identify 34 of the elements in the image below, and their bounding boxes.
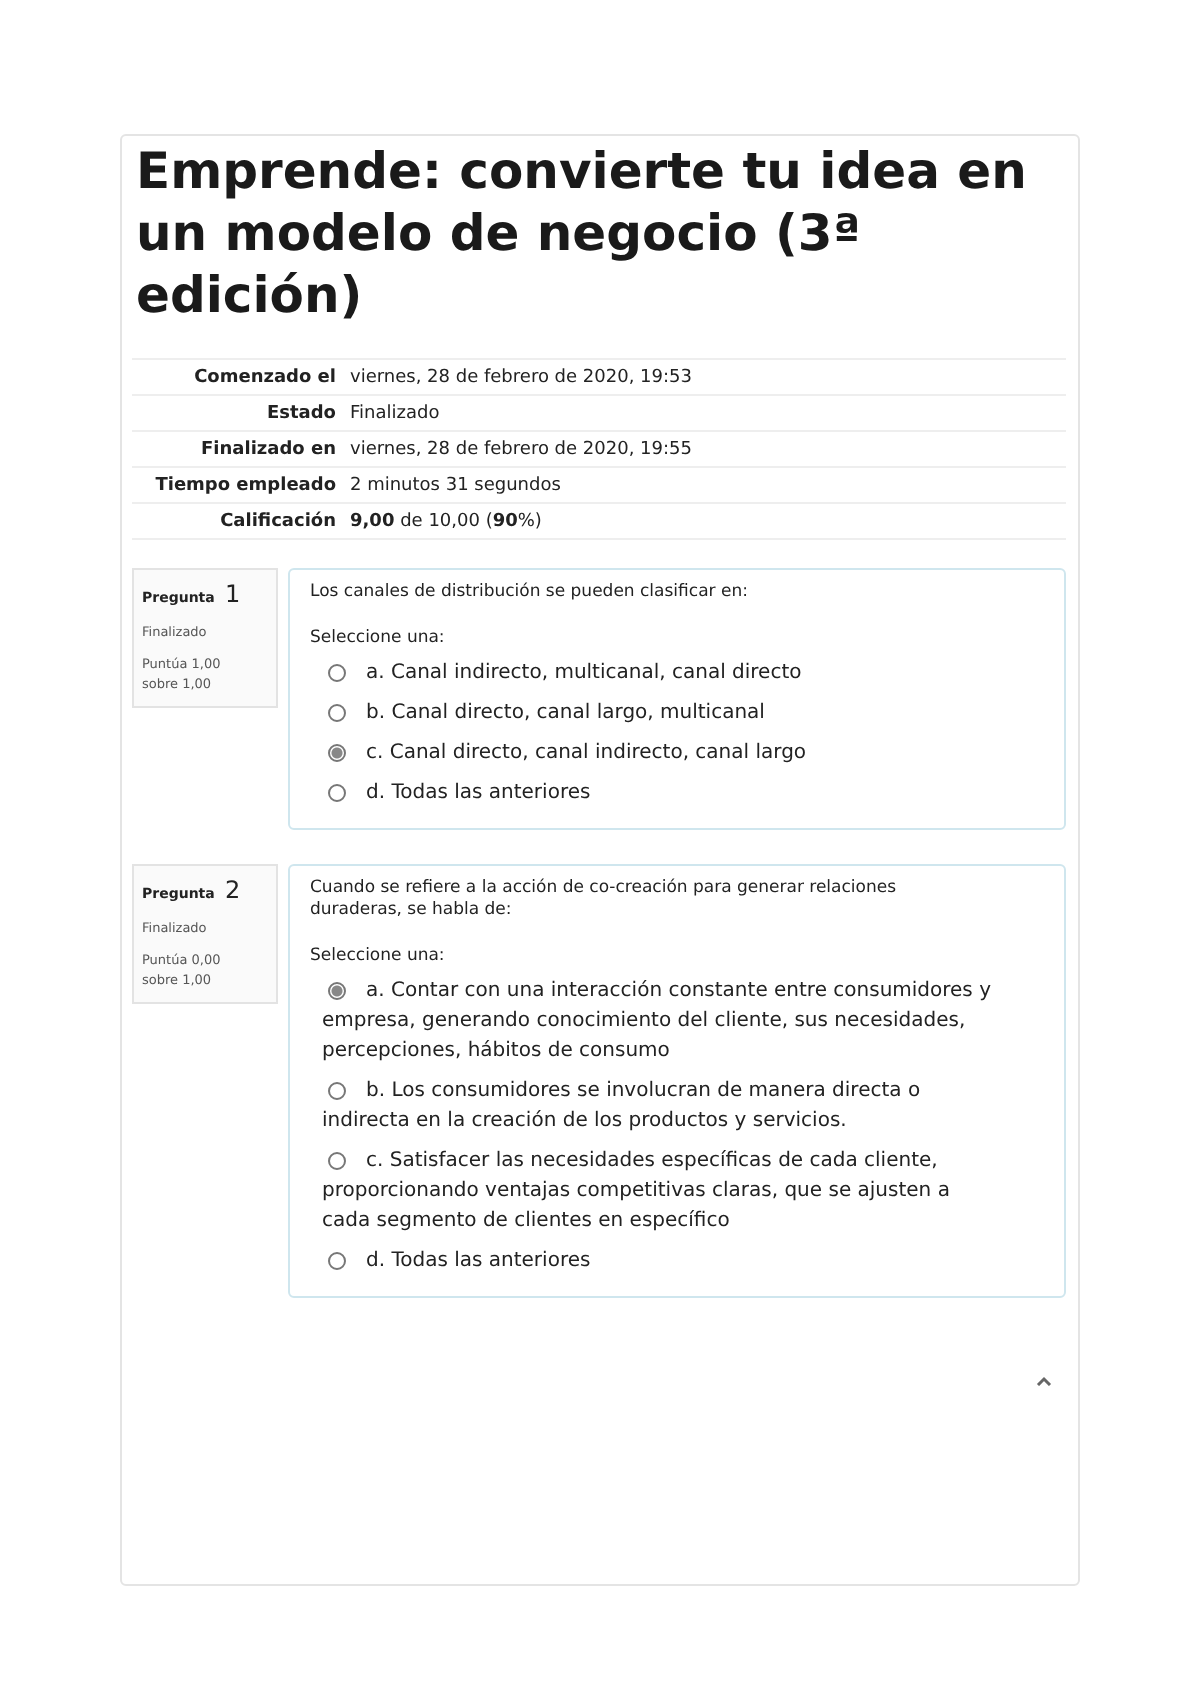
radio-button[interactable] (328, 744, 346, 762)
answer-option[interactable]: a. Canal indirecto, multicanal, canal directo (322, 658, 1004, 688)
answer-option[interactable]: b. Canal directo, canal largo, multicanal (322, 698, 1004, 728)
caret-up-icon[interactable] (1036, 1376, 1052, 1386)
answer-prompt: Seleccione una: (310, 946, 447, 966)
answer-option[interactable]: d. Todas las anteriores (322, 778, 1004, 808)
radio-button[interactable] (328, 784, 346, 802)
summary-label: Estado (264, 403, 338, 423)
radio-button[interactable] (328, 664, 346, 682)
summary-label: Tiempo empleado (153, 475, 338, 495)
page-title: Emprende: convierte tu idea en un modelo de negocio (3ª edición) (134, 140, 1029, 326)
answer-option[interactable]: d. Todas las anteriores (322, 1246, 1004, 1276)
summary-value: Finalizado (350, 403, 440, 423)
answer-option[interactable]: c. Satisfacer las necesidades específicas de cada cliente, proporcionando ventajas competitivas claras, que se ajusten a cada segmento de clientes en específico (322, 1146, 1004, 1236)
radio-button[interactable] (328, 982, 346, 1000)
radio-button[interactable] (328, 1252, 346, 1270)
answer-option[interactable]: b. Los consumidores se involucran de manera directa o indirecta en la creación de los productos y servicios. (322, 1076, 1004, 1136)
summary-label: Calificación (218, 511, 338, 531)
question-number: 2 (224, 876, 241, 904)
summary-value: viernes, 28 de febrero de 2020, 19:55 (350, 439, 692, 459)
question-text: Cuando se refiere a la acción de co-creación para generar relaciones duraderas, se habla de: (310, 878, 899, 922)
summary-value: 2 minutos 31 segundos (350, 475, 561, 495)
answer-option[interactable]: c. Canal directo, canal indirecto, canal largo (322, 738, 1004, 768)
question-text: Los canales de distribución se pueden clasificar en: (310, 582, 750, 604)
radio-button[interactable] (328, 704, 346, 722)
summary-value: viernes, 28 de febrero de 2020, 19:53 (350, 367, 692, 387)
summary-label: Finalizado en (199, 439, 338, 459)
radio-button[interactable] (328, 1082, 346, 1100)
radio-button[interactable] (328, 1152, 346, 1170)
summary-label: Comenzado el (192, 367, 338, 387)
answer-prompt: Seleccione una: (310, 628, 447, 648)
question-number: 1 (224, 580, 241, 608)
summary-value: 9,00 de 10,00 (90%) (350, 511, 542, 531)
answer-option[interactable]: a. Contar con una interacción constante entre consumidores y empresa, generando conocimiento del cliente, sus necesidades, percepciones, hábitos de consumo (322, 976, 1004, 1066)
